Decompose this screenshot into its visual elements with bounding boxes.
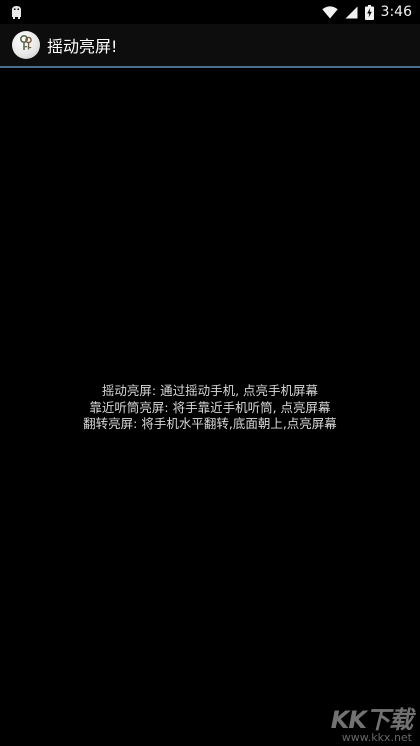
status-left — [10, 5, 23, 19]
action-bar: 摇动亮屏! — [0, 24, 420, 66]
instructions-text: 摇动亮屏: 通过摇动手机, 点亮手机屏幕 靠近听筒亮屏: 将手靠近手机听筒, 点… — [0, 383, 420, 433]
main-content: 摇动亮屏: 通过摇动手机, 点亮手机屏幕 靠近听筒亮屏: 将手靠近手机听筒, 点… — [0, 68, 420, 746]
status-time: 3:46 — [380, 4, 412, 20]
watermark-logo: KK下载 — [330, 706, 413, 734]
status-bar: 3:46 — [0, 0, 420, 24]
battery-charging-icon — [364, 4, 374, 20]
screen: 3:46 摇动亮屏! 摇动亮屏: 通过摇动手机, 点亮手机屏幕 靠近听筒亮屏: … — [0, 0, 420, 746]
android-debug-icon — [10, 5, 23, 19]
instruction-line-proximity: 靠近听筒亮屏: 将手靠近手机听筒, 点亮屏幕 — [89, 399, 331, 415]
keys-icon — [16, 33, 36, 57]
watermark: KK下载 www.kkx.net — [304, 700, 414, 744]
app-icon[interactable] — [12, 31, 40, 59]
app-title: 摇动亮屏! — [47, 37, 118, 56]
wifi-icon — [321, 5, 338, 19]
watermark-url: www.kkx.net — [341, 731, 412, 744]
status-right: 3:46 — [321, 4, 412, 20]
instruction-line-flip: 翻转亮屏: 将手机水平翻转,底面朝上,点亮屏幕 — [83, 416, 337, 431]
cellular-signal-icon — [345, 6, 358, 19]
instruction-line-shake: 摇动亮屏: 通过摇动手机, 点亮手机屏幕 — [101, 383, 319, 398]
